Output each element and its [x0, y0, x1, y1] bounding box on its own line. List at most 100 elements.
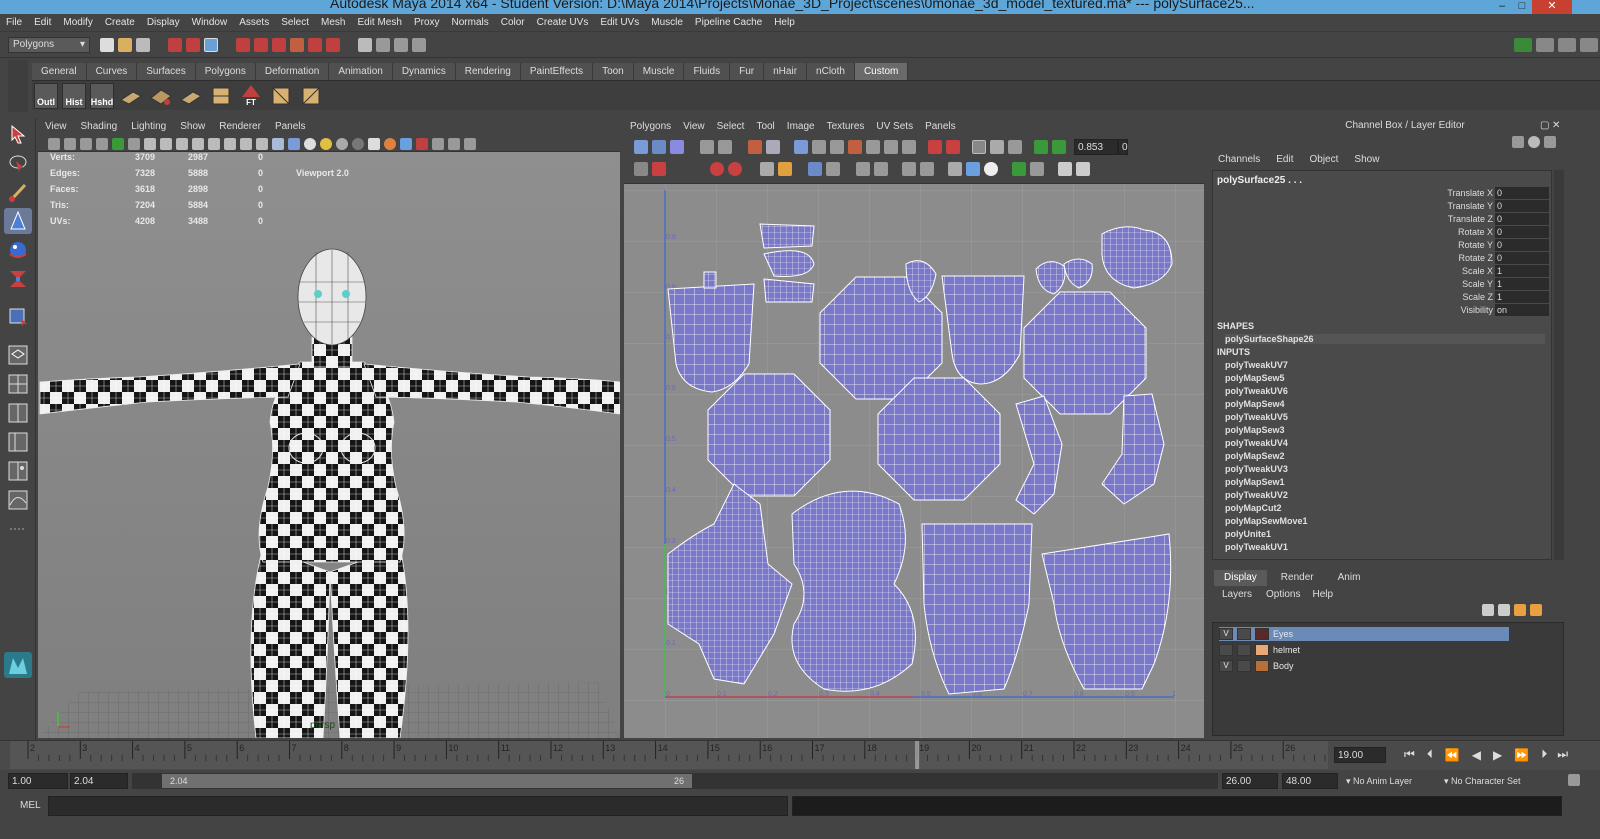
menu-modify[interactable]: Modify	[57, 14, 98, 32]
bookmark-icon[interactable]	[80, 137, 92, 150]
uv-lattice-tool-icon[interactable]	[634, 140, 648, 154]
menu-edit-mesh[interactable]: Edit Mesh	[351, 14, 407, 32]
shelf-menu-handle[interactable]	[8, 60, 28, 112]
shelf-tab-nhair[interactable]: nHair	[764, 62, 808, 80]
color-management-icon[interactable]	[464, 137, 476, 150]
input-node[interactable]: polyMapSew1	[1225, 477, 1285, 487]
layer-row-eyes[interactable]: V Eyes	[1219, 627, 1509, 641]
attr-value[interactable]: 0	[1495, 187, 1549, 199]
shelf-tab-curves[interactable]: Curves	[86, 62, 138, 80]
layer-visibility-toggle[interactable]: V	[1219, 660, 1233, 672]
input-node[interactable]: polyMapCut2	[1225, 503, 1282, 513]
gamma-field[interactable]: 0	[1118, 139, 1128, 155]
uv-menu-image[interactable]: Image	[781, 118, 821, 136]
move-layer-down-icon[interactable]	[1498, 604, 1510, 616]
shape-node[interactable]: polySurfaceShape26	[1225, 334, 1545, 344]
input-node[interactable]: polyMapSewMove1	[1225, 516, 1308, 526]
attr-value[interactable]: 1	[1495, 265, 1549, 277]
range-bar-track[interactable]: 2.04 26	[132, 773, 1218, 789]
tool-settings-icon[interactable]	[1558, 37, 1576, 52]
select-tool-icon[interactable]	[4, 121, 32, 147]
maximize-icon[interactable]: □	[1512, 0, 1532, 14]
time-slider-track[interactable]: 2 3 4 5 6 7 8 9 10 11 12 13 14 15 16 17 18 19 20 21 22 23 24 25…	[10, 741, 1328, 769]
snap-curve-icon[interactable]	[254, 37, 268, 52]
outliner-shelf-button[interactable]: Outl	[34, 82, 58, 109]
perspective-viewport[interactable]: View Shading Lighting Show Renderer Pane…	[38, 118, 620, 738]
attr-value[interactable]: 0	[1495, 252, 1549, 264]
xray-joints-icon[interactable]	[400, 137, 412, 150]
menu-file[interactable]: File	[0, 14, 28, 32]
make-live-icon[interactable]	[326, 37, 340, 52]
uv-texture-editor[interactable]: Polygons View Select Tool Image Textures…	[624, 118, 1204, 738]
view-grid-icon[interactable]	[972, 140, 986, 154]
menu-window[interactable]: Window	[186, 14, 234, 32]
shelf-tab-ncloth[interactable]: nCloth	[807, 62, 855, 80]
rotate-tool-icon[interactable]	[4, 237, 32, 263]
relax-icon[interactable]	[866, 140, 880, 154]
channel-box-scrollbar[interactable]	[1554, 170, 1564, 560]
attr-value[interactable]: 0	[1495, 226, 1549, 238]
layer-type-toggle[interactable]	[1237, 660, 1251, 672]
move-sew-icon[interactable]	[830, 140, 844, 154]
isolate-select-icon[interactable]	[368, 137, 380, 150]
cut-uv-icon[interactable]	[794, 140, 808, 154]
shelf-tab-fluids[interactable]: Fluids	[684, 62, 731, 80]
shelf-tab-animation[interactable]: Animation	[329, 62, 393, 80]
menu-muscle[interactable]: Muscle	[645, 14, 689, 32]
shelf-tab-polygons[interactable]: Polygons	[195, 62, 256, 80]
shelf-tab-muscle[interactable]: Muscle	[633, 62, 685, 80]
persp-outliner-layout-icon[interactable]	[4, 429, 32, 455]
layout-uv-shelf-icon[interactable]	[298, 83, 324, 109]
channel-box-toggle-icon[interactable]	[1512, 136, 1524, 148]
auto-key-icon[interactable]	[1568, 774, 1580, 786]
end-time-field[interactable]: 48.00	[1282, 773, 1338, 789]
layer-menu-layers[interactable]: Layers	[1214, 589, 1260, 600]
distribute-uvs-icon[interactable]	[778, 162, 792, 176]
input-node[interactable]: polyTweakUV4	[1225, 438, 1288, 448]
frame-all-icon[interactable]	[634, 162, 648, 176]
snap-point-icon[interactable]	[272, 37, 286, 52]
channel-box-icon[interactable]	[1580, 37, 1598, 52]
menu-display[interactable]: Display	[141, 14, 186, 32]
tool-settings-toggle-icon[interactable]	[1544, 136, 1556, 148]
align-max-u-icon[interactable]	[902, 140, 916, 154]
menu-proxy[interactable]: Proxy	[408, 14, 446, 32]
uv-menu-tool[interactable]: Tool	[750, 118, 780, 136]
safe-action-icon[interactable]	[224, 137, 236, 150]
menu-edit-uvs[interactable]: Edit UVs	[594, 14, 645, 32]
universal-manipulator-icon[interactable]	[4, 304, 32, 330]
align-min-u-icon[interactable]	[884, 140, 898, 154]
camera-attributes-icon[interactable]	[64, 137, 76, 150]
new-layer-selected-icon[interactable]	[1530, 604, 1542, 616]
layer-color-swatch[interactable]	[1255, 644, 1269, 656]
character-set-selector[interactable]: ▾ No Character Set	[1444, 774, 1560, 788]
xray-active-icon[interactable]	[416, 137, 428, 150]
viewport-menu-shading[interactable]: Shading	[74, 118, 125, 136]
attribute-editor-toggle-icon[interactable]	[1528, 136, 1540, 148]
open-scene-icon[interactable]	[118, 37, 132, 52]
channel-menu-channels[interactable]: Channels	[1210, 152, 1268, 168]
layer-menu-help[interactable]: Help	[1306, 589, 1339, 600]
gate-mask-icon[interactable]	[192, 137, 204, 150]
resolution-gate-icon[interactable]	[176, 137, 188, 150]
field-chart-icon[interactable]	[208, 137, 220, 150]
film-gate-icon[interactable]	[160, 137, 172, 150]
menu-create-uvs[interactable]: Create UVs	[531, 14, 595, 32]
rgb-channels-icon[interactable]	[1052, 140, 1066, 154]
render-current-icon[interactable]	[376, 37, 390, 52]
viewport-canvas[interactable]: Verts: 3709 2987 0 Edges: 7328 5888 0 Faces: 36…	[38, 152, 620, 738]
uv-menu-polygons[interactable]: Polygons	[624, 118, 677, 136]
rotate-cw-icon[interactable]	[766, 140, 780, 154]
channel-menu-edit[interactable]: Edit	[1268, 152, 1301, 168]
snapshot-icon[interactable]	[902, 162, 916, 176]
hypershade-shelf-button[interactable]: Hshd	[90, 82, 114, 109]
shade-uvs-icon[interactable]	[1008, 140, 1022, 154]
unfold-icon[interactable]	[848, 140, 862, 154]
dim-image-icon[interactable]	[946, 140, 960, 154]
minimize-icon[interactable]: –	[1492, 0, 1512, 14]
frame-selection-icon[interactable]	[652, 162, 666, 176]
attr-scale-x[interactable]: Scale X1	[1211, 265, 1551, 278]
attr-value[interactable]: 0	[1495, 239, 1549, 251]
shelf-tab-painteffects[interactable]: PaintEffects	[520, 62, 594, 80]
add-to-isolate-icon[interactable]	[728, 162, 742, 176]
